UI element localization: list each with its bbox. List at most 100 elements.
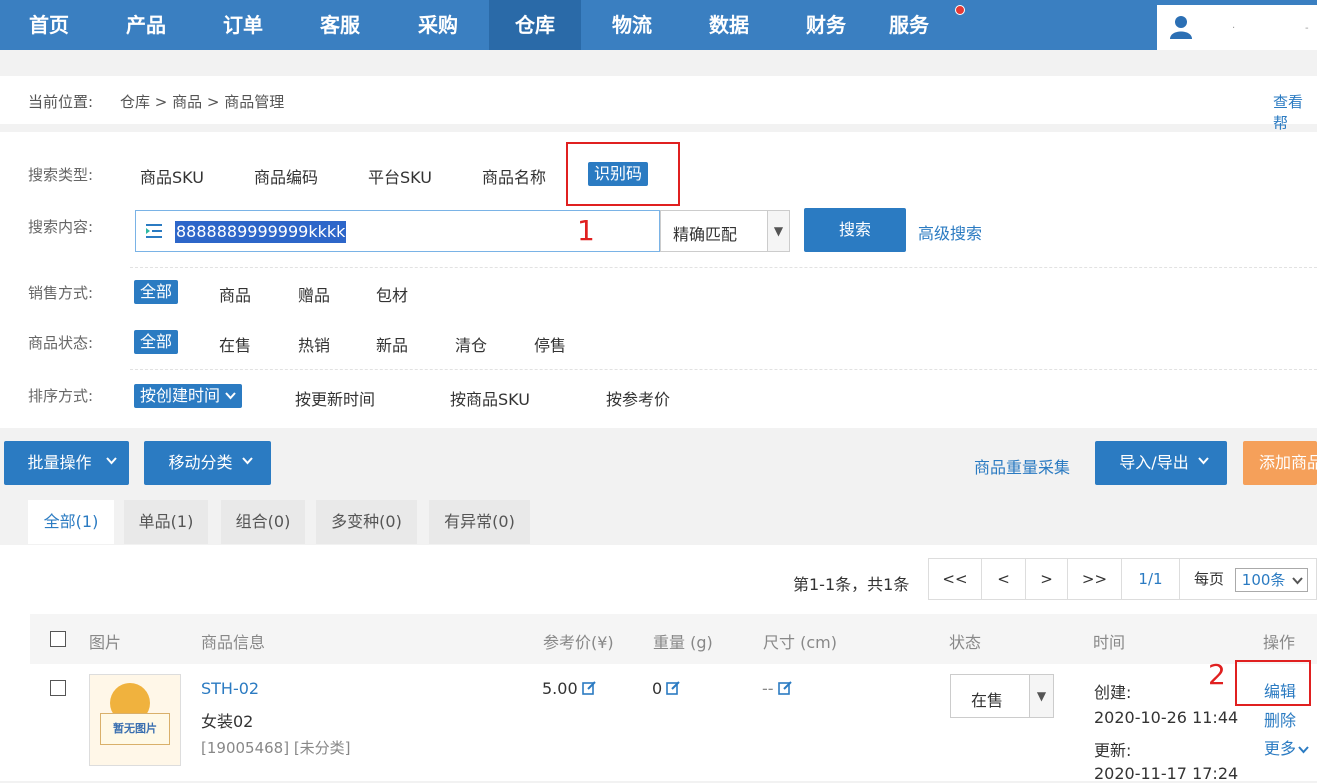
match-mode-value: 精确匹配 bbox=[673, 225, 738, 244]
chevron-down-icon bbox=[1198, 457, 1209, 465]
user-name: · bbox=[1232, 23, 1236, 34]
match-mode-select[interactable]: 精确匹配 ▼ bbox=[660, 210, 790, 252]
search-type-platform-sku[interactable]: 平台SKU bbox=[368, 164, 432, 188]
batch-ops-button[interactable]: 批量操作 bbox=[4, 441, 129, 485]
edit-link[interactable]: 编辑 bbox=[1264, 678, 1296, 702]
nav-data[interactable]: 数据 bbox=[681, 0, 777, 50]
list-icon bbox=[146, 224, 162, 238]
col-price: 参考价(¥) bbox=[543, 633, 614, 652]
more-link[interactable]: 更多 bbox=[1264, 735, 1309, 759]
user-icon bbox=[1170, 16, 1192, 39]
status-stopped[interactable]: 停售 bbox=[534, 332, 566, 356]
status-clearance[interactable]: 清仓 bbox=[455, 332, 487, 356]
pager-prev[interactable]: < bbox=[982, 558, 1026, 600]
edit-icon[interactable] bbox=[666, 681, 680, 695]
nav-warehouse[interactable]: 仓库 bbox=[489, 0, 581, 50]
search-button[interactable]: 搜索 bbox=[804, 208, 906, 252]
sort-sku[interactable]: 按商品SKU bbox=[450, 386, 530, 410]
edit-icon[interactable] bbox=[581, 681, 596, 695]
divider bbox=[130, 267, 1317, 268]
annotation-1: 1 bbox=[577, 214, 595, 247]
product-sku-link[interactable]: STH-02 bbox=[201, 679, 259, 698]
more-label: 更多 bbox=[1264, 739, 1297, 758]
annotation-2: 2 bbox=[1208, 658, 1226, 691]
import-export-label: 导入/导出 bbox=[1119, 453, 1189, 472]
search-type-label: 搜索类型: bbox=[28, 166, 94, 184]
breadcrumb[interactable]: 仓库 > 商品 > 商品管理 bbox=[120, 91, 284, 112]
sort-created-label: 按创建时间 bbox=[140, 386, 221, 405]
no-image-label: 暂无图片 bbox=[100, 713, 170, 745]
pager-next[interactable]: > bbox=[1026, 558, 1068, 600]
sale-method-label: 销售方式: bbox=[28, 284, 94, 302]
status-on-sale[interactable]: 在售 bbox=[219, 332, 251, 356]
add-product-button[interactable]: 添加商品 bbox=[1243, 441, 1317, 485]
updated-time: 2020-11-17 17:24 bbox=[1094, 764, 1239, 783]
edit-icon[interactable] bbox=[777, 681, 792, 695]
sale-all[interactable]: 全部 bbox=[134, 280, 179, 304]
pager-first[interactable]: << bbox=[928, 558, 982, 600]
col-actions: 操作 bbox=[1263, 633, 1296, 652]
move-category-button[interactable]: 移动分类 bbox=[144, 441, 271, 485]
user-name-end: - bbox=[1305, 23, 1309, 34]
chevron-down-icon bbox=[242, 457, 253, 465]
col-size: 尺寸 (cm) bbox=[763, 633, 837, 652]
nav-services[interactable]: 服务 bbox=[875, 0, 943, 50]
weight-text: 0 bbox=[652, 679, 663, 698]
delete-link[interactable]: 删除 bbox=[1264, 707, 1296, 731]
nav-logistics[interactable]: 物流 bbox=[583, 0, 681, 50]
tab-combo[interactable]: 组合(0) bbox=[221, 500, 305, 544]
status-value: 在售 bbox=[971, 691, 1004, 710]
sort-price[interactable]: 按参考价 bbox=[606, 386, 670, 410]
nav-purchase[interactable]: 采购 bbox=[388, 0, 488, 50]
status-new[interactable]: 新品 bbox=[376, 332, 408, 356]
sort-updated[interactable]: 按更新时间 bbox=[295, 386, 375, 410]
nav-finance[interactable]: 财务 bbox=[777, 0, 875, 50]
weight-collect-link[interactable]: 商品重量采集 bbox=[974, 454, 1070, 478]
help-link[interactable]: 查看帮 bbox=[1273, 91, 1317, 133]
top-nav: 首页 产品 订单 客服 采购 仓库 物流 数据 财务 服务 · - bbox=[0, 0, 1317, 50]
chevron-down-icon bbox=[225, 392, 236, 400]
status-select[interactable]: 在售 ▼ bbox=[950, 674, 1054, 718]
sort-created[interactable]: 按创建时间 bbox=[134, 384, 243, 408]
per-page-value: 100条 bbox=[1241, 570, 1286, 589]
sale-packaging[interactable]: 包材 bbox=[376, 282, 408, 306]
size-value: -- bbox=[762, 679, 792, 698]
nav-home[interactable]: 首页 bbox=[0, 0, 98, 50]
tab-variants[interactable]: 多变种(0) bbox=[316, 500, 417, 544]
row-checkbox[interactable] bbox=[50, 680, 66, 696]
select-all-checkbox[interactable] bbox=[50, 631, 66, 647]
nav-orders[interactable]: 订单 bbox=[194, 0, 292, 50]
sale-gift[interactable]: 赠品 bbox=[298, 282, 330, 306]
price-value: 5.00 bbox=[542, 679, 596, 698]
price-text: 5.00 bbox=[542, 679, 578, 698]
tab-single[interactable]: 单品(1) bbox=[124, 500, 208, 544]
move-category-label: 移动分类 bbox=[168, 453, 233, 472]
col-weight: 重量 (g) bbox=[653, 633, 713, 652]
advanced-search-link[interactable]: 高级搜索 bbox=[918, 220, 982, 244]
weight-value: 0 bbox=[652, 679, 680, 698]
nav-products[interactable]: 产品 bbox=[98, 0, 194, 50]
search-type-code[interactable]: 商品编码 bbox=[254, 164, 318, 188]
status-label: 商品状态: bbox=[28, 334, 94, 352]
search-type-name[interactable]: 商品名称 bbox=[482, 164, 546, 188]
product-meta: [19005468] [未分类] bbox=[201, 739, 351, 757]
batch-ops-label: 批量操作 bbox=[27, 453, 92, 472]
notification-dot bbox=[955, 5, 965, 15]
pager-summary: 第1-1条，共1条 bbox=[793, 575, 910, 594]
import-export-button[interactable]: 导入/导出 bbox=[1095, 441, 1227, 485]
created-label: 创建: bbox=[1094, 683, 1132, 702]
status-hot[interactable]: 热销 bbox=[298, 332, 330, 356]
table-header: 图片 商品信息 参考价(¥) 重量 (g) 尺寸 (cm) 状态 时间 操作 bbox=[30, 614, 1317, 664]
chevron-down-icon: ▼ bbox=[767, 211, 789, 251]
search-type-sku[interactable]: 商品SKU bbox=[140, 164, 204, 188]
breadcrumb-bar: 当前位置: 仓库 > 商品 > 商品管理 查看帮 bbox=[0, 76, 1317, 132]
chevron-down-icon bbox=[1292, 576, 1304, 584]
pager-last[interactable]: >> bbox=[1068, 558, 1122, 600]
nav-service[interactable]: 客服 bbox=[292, 0, 388, 50]
tab-abnormal[interactable]: 有异常(0) bbox=[429, 500, 530, 544]
sale-product[interactable]: 商品 bbox=[219, 282, 251, 306]
status-all[interactable]: 全部 bbox=[134, 330, 179, 354]
tab-all[interactable]: 全部(1) bbox=[28, 500, 114, 544]
per-page-select[interactable]: 100条 bbox=[1234, 567, 1309, 592]
user-box[interactable]: · - bbox=[1157, 5, 1317, 50]
